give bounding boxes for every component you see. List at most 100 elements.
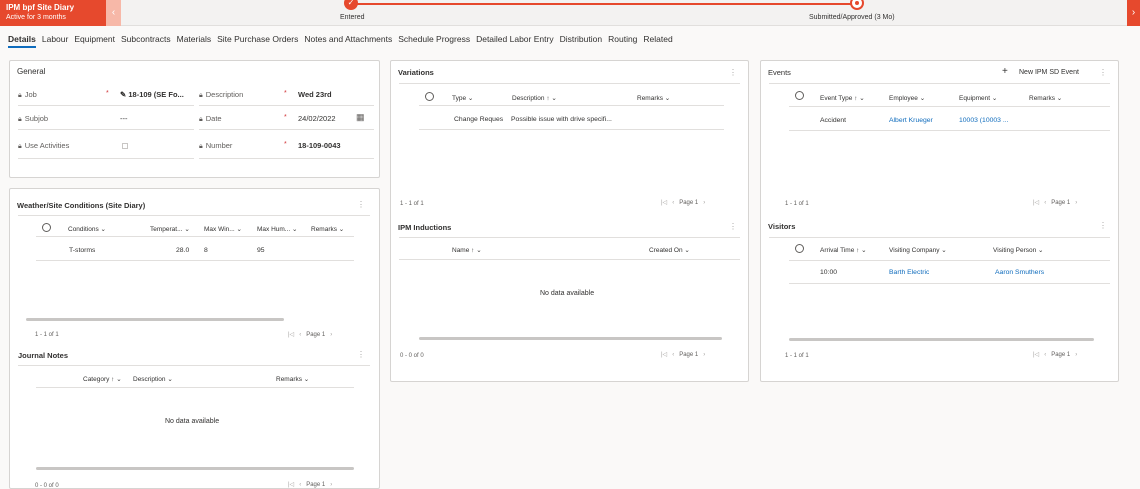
calendar-icon[interactable]: ▦ bbox=[356, 112, 365, 123]
variation-description-cell[interactable]: Possible issue with drive specifi... bbox=[511, 116, 612, 123]
horizontal-scrollbar[interactable] bbox=[419, 337, 722, 340]
first-page-icon[interactable]: |◁ bbox=[288, 332, 294, 338]
next-page-icon[interactable]: › bbox=[703, 200, 705, 206]
event-employee-link[interactable]: Albert Krueger bbox=[889, 117, 933, 124]
record-count: 1 - 1 of 1 bbox=[785, 353, 809, 359]
select-all-radio[interactable] bbox=[425, 92, 434, 101]
more-icon[interactable]: ⋮ bbox=[729, 223, 737, 231]
tab-distribution[interactable]: Distribution bbox=[560, 32, 603, 48]
tab-details[interactable]: Details bbox=[8, 32, 36, 48]
tab-subcontracts[interactable]: Subcontracts bbox=[121, 32, 171, 48]
col-max-humidity[interactable]: Max Hum... ⌄ bbox=[257, 225, 297, 233]
variation-type-cell[interactable]: Change Reques bbox=[454, 116, 509, 123]
next-page-icon[interactable]: › bbox=[330, 482, 332, 488]
col-remarks[interactable]: Remarks ⌄ bbox=[276, 375, 309, 383]
tab-detailed-labor-entry[interactable]: Detailed Labor Entry bbox=[476, 32, 554, 48]
select-all-radio[interactable] bbox=[795, 244, 804, 253]
stage-entered-label[interactable]: Entered bbox=[340, 14, 365, 21]
description-field[interactable]: Wed 23rd bbox=[298, 90, 332, 99]
weather-wind-cell[interactable]: 8 bbox=[204, 247, 208, 254]
first-page-icon[interactable]: |◁ bbox=[288, 482, 294, 488]
active-stage-icon[interactable] bbox=[850, 0, 864, 10]
col-description[interactable]: Description ↑ ⌄ bbox=[512, 94, 557, 102]
col-employee[interactable]: Employee ⌄ bbox=[889, 94, 925, 102]
next-page-icon[interactable]: › bbox=[330, 332, 332, 338]
next-page-icon[interactable]: › bbox=[1075, 200, 1077, 206]
col-conditions[interactable]: Conditions ⌄ bbox=[68, 225, 106, 233]
first-page-icon[interactable]: |◁ bbox=[661, 200, 667, 206]
col-remarks[interactable]: Remarks ⌄ bbox=[311, 225, 344, 233]
tab-equipment[interactable]: Equipment bbox=[74, 32, 115, 48]
col-name[interactable]: Name ↑ ⌄ bbox=[452, 246, 482, 254]
col-visiting-person[interactable]: Visiting Person ⌄ bbox=[993, 246, 1044, 254]
prev-page-icon[interactable]: ‹ bbox=[672, 352, 674, 358]
col-created-on[interactable]: Created On ⌄ bbox=[649, 246, 690, 254]
chevron-left-icon[interactable]: ‹ bbox=[106, 0, 121, 26]
lock-icon: 🔒︎ bbox=[199, 116, 203, 123]
more-icon[interactable]: ⋮ bbox=[357, 351, 365, 359]
empty-message: No data available bbox=[165, 418, 220, 425]
check-icon[interactable]: ✓ bbox=[344, 0, 358, 10]
divider bbox=[419, 129, 724, 130]
job-field[interactable]: ✎ 18-109 (SE Fo... bbox=[120, 90, 184, 99]
new-event-button[interactable]: New IPM SD Event bbox=[1019, 69, 1079, 76]
prev-page-icon[interactable]: ‹ bbox=[299, 482, 301, 488]
more-icon[interactable]: ⋮ bbox=[357, 201, 365, 209]
next-page-icon[interactable]: › bbox=[703, 352, 705, 358]
select-all-radio[interactable] bbox=[795, 91, 804, 100]
col-max-wind[interactable]: Max Win... ⌄ bbox=[204, 225, 242, 233]
horizontal-scrollbar[interactable] bbox=[36, 467, 354, 470]
first-page-icon[interactable]: |◁ bbox=[1033, 200, 1039, 206]
first-page-icon[interactable]: |◁ bbox=[1033, 352, 1039, 358]
number-field[interactable]: 18-109-0043 bbox=[298, 141, 341, 150]
tab-related[interactable]: Related bbox=[643, 32, 672, 48]
subjob-field[interactable]: --- bbox=[120, 114, 128, 123]
col-event-type[interactable]: Event Type ↑ ⌄ bbox=[820, 94, 865, 102]
event-type-cell[interactable]: Accident bbox=[820, 117, 846, 124]
horizontal-scrollbar[interactable] bbox=[789, 338, 1094, 341]
prev-page-icon[interactable]: ‹ bbox=[1044, 200, 1046, 206]
tab-notes-attachments[interactable]: Notes and Attachments bbox=[304, 32, 392, 48]
col-description[interactable]: Description ⌄ bbox=[133, 375, 173, 383]
col-visiting-company[interactable]: Visiting Company ⌄ bbox=[889, 246, 947, 254]
tab-site-purchase-orders[interactable]: Site Purchase Orders bbox=[217, 32, 298, 48]
chevron-right-icon[interactable]: › bbox=[1127, 0, 1140, 26]
add-icon[interactable]: + bbox=[1002, 66, 1008, 77]
col-equipment[interactable]: Equipment ⌄ bbox=[959, 94, 997, 102]
col-remarks[interactable]: Remarks ⌄ bbox=[637, 94, 670, 102]
variations-title: Variations bbox=[398, 68, 434, 77]
prev-page-icon[interactable]: ‹ bbox=[1044, 352, 1046, 358]
date-field[interactable]: 24/02/2022 bbox=[298, 114, 336, 123]
prev-page-icon[interactable]: ‹ bbox=[672, 200, 674, 206]
more-icon[interactable]: ⋮ bbox=[729, 69, 737, 77]
tab-schedule-progress[interactable]: Schedule Progress bbox=[398, 32, 470, 48]
visitor-person-link[interactable]: Aaron Smuthers bbox=[995, 269, 1044, 276]
visitor-arrival-cell[interactable]: 10:00 bbox=[820, 269, 837, 276]
col-remarks[interactable]: Remarks ⌄ bbox=[1029, 94, 1062, 102]
first-page-icon[interactable]: |◁ bbox=[661, 352, 667, 358]
stage-submitted-label[interactable]: Submitted/Approved (3 Mo) bbox=[809, 14, 895, 21]
next-page-icon[interactable]: › bbox=[1075, 352, 1077, 358]
bpf-header[interactable]: IPM bpf Site Diary Active for 3 months bbox=[0, 0, 106, 26]
horizontal-scrollbar[interactable] bbox=[26, 318, 284, 321]
more-icon[interactable]: ⋮ bbox=[1099, 69, 1107, 77]
variations-inductions-section: Variations ⋮ Type ⌄ Description ↑ ⌄ Rema… bbox=[390, 60, 749, 382]
select-all-radio[interactable] bbox=[42, 223, 51, 232]
tab-labour[interactable]: Labour bbox=[42, 32, 68, 48]
tab-routing[interactable]: Routing bbox=[608, 32, 637, 48]
col-category[interactable]: Category ↑ ⌄ bbox=[83, 375, 122, 383]
col-type[interactable]: Type ⌄ bbox=[452, 94, 473, 102]
col-temperature[interactable]: Temperat... ⌄ bbox=[150, 225, 190, 233]
prev-page-icon[interactable]: ‹ bbox=[299, 332, 301, 338]
weather-humidity-cell[interactable]: 95 bbox=[257, 247, 265, 254]
tab-materials[interactable]: Materials bbox=[177, 32, 211, 48]
event-equipment-link[interactable]: 10003 (10003 ... bbox=[959, 117, 1027, 124]
weather-conditions-cell[interactable]: T-storms bbox=[69, 247, 95, 254]
weather-temperature-cell[interactable]: 28.0 bbox=[176, 247, 189, 254]
use-activities-checkbox[interactable] bbox=[122, 143, 128, 149]
col-arrival-time[interactable]: Arrival Time ↑ ⌄ bbox=[820, 246, 867, 254]
visitor-company-link[interactable]: Barth Electric bbox=[889, 269, 929, 276]
divider bbox=[18, 365, 370, 366]
weather-title: Weather/Site Conditions (Site Diary) bbox=[17, 201, 146, 210]
more-icon[interactable]: ⋮ bbox=[1099, 222, 1107, 230]
